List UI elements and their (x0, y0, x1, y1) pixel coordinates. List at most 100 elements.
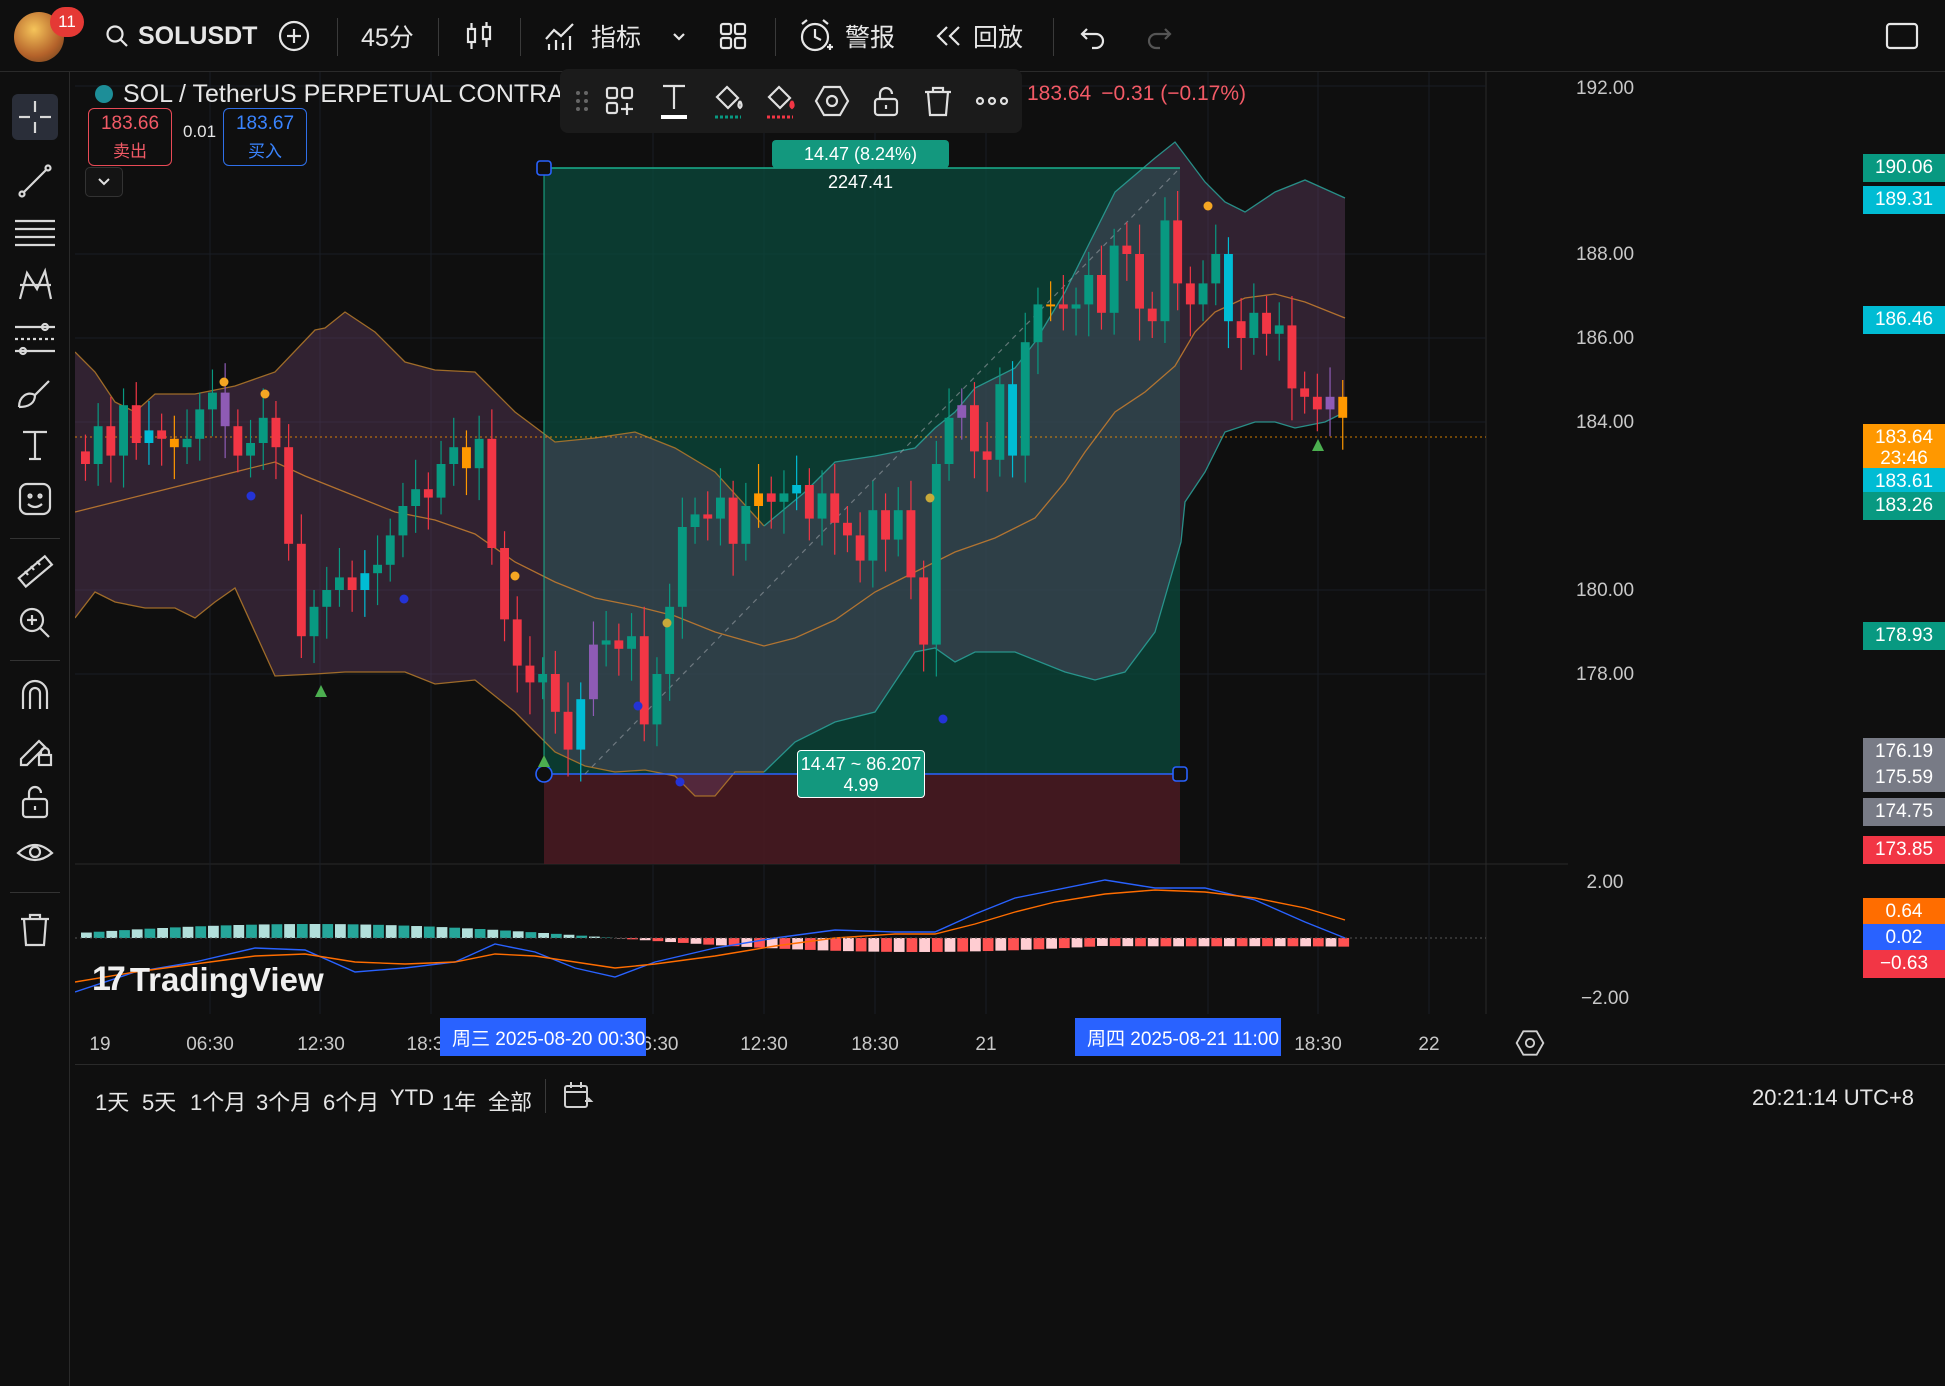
macd-histogram-bar (258, 924, 270, 938)
macd-histogram-bar (1147, 938, 1159, 947)
measure-tool[interactable] (12, 548, 58, 594)
projection-tool[interactable] (12, 316, 58, 362)
layout-button[interactable] (717, 0, 749, 72)
range-ytd[interactable]: YTD (390, 1085, 434, 1111)
chart-settings-button[interactable] (1515, 1028, 1545, 1063)
clock-timezone[interactable]: 20:21:14 UTC+8 (1752, 1085, 1914, 1111)
candle (1160, 220, 1170, 322)
range-1d[interactable]: 1天 (95, 1085, 129, 1117)
text-tool[interactable] (12, 422, 58, 468)
pattern-tool[interactable] (12, 262, 58, 308)
undo-button[interactable] (1078, 0, 1108, 72)
macd-histogram-bar (906, 938, 918, 952)
range-1m[interactable]: 1个月 (190, 1085, 246, 1117)
price-label-indicator: 183.26 (1863, 492, 1945, 520)
magnet-tool[interactable] (12, 672, 58, 718)
text-color-button[interactable] (652, 79, 696, 123)
indicators-label: 指标 (591, 24, 642, 52)
time-tick: 22 (1418, 1034, 1440, 1055)
candle (144, 430, 154, 443)
candle (157, 430, 167, 439)
candle (868, 510, 878, 561)
macd-histogram-bar (309, 924, 321, 938)
buy-button[interactable]: 183.67 买入 (223, 108, 307, 166)
candle (627, 636, 636, 649)
delete-drawings-tool[interactable] (12, 906, 58, 952)
macd-histogram-bar (423, 926, 435, 938)
price-chart[interactable] (75, 72, 1945, 1386)
entry-label[interactable]: 14.47 ~ 86.207 4.99 (797, 750, 925, 798)
chart-type-button[interactable] (462, 0, 496, 72)
range-6m[interactable]: 6个月 (323, 1085, 379, 1117)
candle (576, 699, 586, 750)
candle (1033, 304, 1043, 343)
fib-tool[interactable] (12, 210, 58, 256)
candle (246, 443, 255, 456)
price-label-crosshair: 174.75 (1863, 798, 1945, 826)
zoom-tool[interactable] (12, 600, 58, 646)
macd-histogram-bar (119, 930, 130, 938)
alert-button[interactable]: 警报 (797, 0, 895, 72)
lock-drawing-tool[interactable] (12, 726, 58, 772)
target-label[interactable]: 14.47 (8.24%) 2247.41 (772, 140, 949, 192)
macd-histogram-bar (373, 924, 384, 938)
indicators-button[interactable]: 指标 (543, 0, 641, 72)
delete-button[interactable] (916, 79, 960, 123)
template-button[interactable] (598, 79, 642, 123)
lock-button[interactable] (864, 79, 908, 123)
lock-all-tool[interactable] (12, 778, 58, 824)
candle (665, 606, 675, 674)
macd-histogram-bar (1097, 938, 1108, 946)
macd-histogram-bar (944, 938, 956, 952)
sticker-tool[interactable] (12, 476, 58, 522)
price-label-entry: 176.19 (1863, 738, 1945, 766)
chart-area[interactable]: SOL / TetherUS PERPETUAL CONTRACT · 45 ·… (75, 69, 1945, 1386)
legend-collapse-button[interactable] (85, 167, 123, 197)
candle (1198, 283, 1208, 305)
macd-histogram-bar (195, 926, 207, 938)
macd-histogram-bar (1300, 938, 1311, 947)
brush-tool[interactable] (12, 370, 58, 416)
indicators-dropdown[interactable] (670, 0, 688, 72)
fullscreen-button[interactable] (1884, 0, 1920, 72)
compare-symbol-button[interactable] (277, 0, 311, 72)
candle (716, 497, 725, 519)
macd-histogram-bar (233, 924, 245, 938)
price-label-bb-basis: 186.46 (1863, 306, 1945, 334)
range-all[interactable]: 全部 (488, 1085, 532, 1117)
interval-button[interactable]: 45分 (361, 0, 414, 72)
crosshair-tool[interactable] (12, 94, 58, 140)
range-3m[interactable]: 3个月 (256, 1085, 312, 1117)
fill-color-down-button[interactable] (758, 79, 802, 123)
candle (601, 640, 611, 645)
macd-histogram-bar (525, 932, 537, 938)
redo-button[interactable] (1144, 0, 1174, 72)
candle (1236, 321, 1246, 338)
replay-button[interactable]: 回放 (933, 0, 1023, 72)
time-axis[interactable]: 19 06:30 12:30 18:3 6:30 12:30 18:30 21 … (75, 1014, 1945, 1064)
macd-histogram-bar (1224, 938, 1235, 947)
sell-button[interactable]: 183.66 卖出 (88, 108, 172, 166)
range-5d[interactable]: 5天 (142, 1085, 176, 1117)
macd-histogram-bar (1084, 938, 1096, 947)
trend-line-tool[interactable] (12, 158, 58, 204)
more-button[interactable] (970, 79, 1014, 123)
candle (944, 417, 954, 464)
macd-histogram-bar (690, 938, 702, 944)
signal-dot (219, 377, 229, 387)
settings-button[interactable] (810, 79, 854, 123)
fill-color-up-button[interactable] (706, 79, 750, 123)
grid-layout-icon (719, 22, 747, 50)
spread-value: 0.01 (183, 122, 217, 141)
hide-drawings-tool[interactable] (12, 830, 58, 876)
range-1y[interactable]: 1年 (442, 1085, 476, 1117)
candle (195, 409, 205, 439)
macd-histogram-bar (1109, 938, 1121, 947)
go-to-date-button[interactable] (561, 1079, 595, 1118)
paint-bucket-icon (767, 85, 795, 119)
projection-icon (15, 322, 55, 356)
candle (233, 426, 243, 456)
candle (411, 489, 421, 506)
symbol-search-button[interactable]: SOLUSDT (104, 0, 257, 72)
macd-histogram-bar (131, 929, 143, 938)
